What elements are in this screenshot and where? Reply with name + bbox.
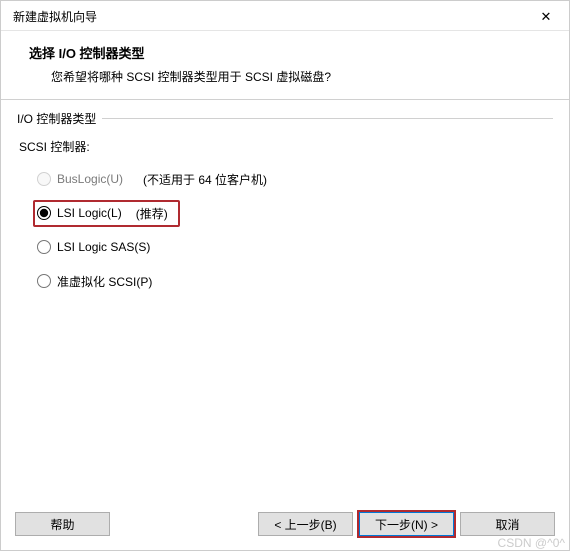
- radio-label-buslogic: BusLogic(U): [57, 172, 123, 186]
- radio-label-paravirtual: 准虚拟化 SCSI(P): [57, 273, 152, 290]
- close-icon: ✕: [541, 10, 552, 23]
- wizard-footer: 帮助 < 上一步(B) 下一步(N) > 取消 CSDN @^0^: [1, 502, 569, 550]
- wizard-content: I/O 控制器类型 SCSI 控制器: BusLogic(U) (不适用于 64…: [1, 100, 569, 502]
- radio-input-lsilogic[interactable]: [37, 206, 51, 220]
- radio-label-lsilogicsas: LSI Logic SAS(S): [57, 240, 150, 254]
- radio-lsilogicsas[interactable]: LSI Logic SAS(S): [35, 238, 156, 256]
- hint-buslogic: (不适用于 64 位客户机): [143, 171, 267, 188]
- cancel-button[interactable]: 取消: [460, 512, 555, 536]
- scsi-subtitle: SCSI 控制器:: [19, 138, 545, 155]
- controller-group: I/O 控制器类型 SCSI 控制器: BusLogic(U) (不适用于 64…: [17, 118, 553, 291]
- titlebar: 新建虚拟机向导 ✕: [1, 1, 569, 31]
- group-label: I/O 控制器类型: [17, 110, 102, 127]
- radio-row-buslogic: BusLogic(U) (不适用于 64 位客户机): [35, 169, 545, 189]
- radio-label-lsilogic: LSI Logic(L): [57, 206, 122, 220]
- window-title: 新建虚拟机向导: [13, 8, 97, 25]
- back-button[interactable]: < 上一步(B): [258, 512, 353, 536]
- radio-lsilogic[interactable]: LSI Logic(L) (推荐): [33, 200, 180, 227]
- wizard-header: 选择 I/O 控制器类型 您希望将哪种 SCSI 控制器类型用于 SCSI 虚拟…: [1, 31, 569, 100]
- hint-lsilogic: (推荐): [136, 205, 168, 222]
- close-button[interactable]: ✕: [533, 7, 559, 27]
- radio-row-lsilogic: LSI Logic(L) (推荐): [35, 203, 545, 223]
- radio-paravirtual[interactable]: 准虚拟化 SCSI(P): [35, 271, 158, 292]
- radio-row-lsilogicsas: LSI Logic SAS(S): [35, 237, 545, 257]
- watermark: CSDN @^0^: [498, 536, 565, 550]
- radio-input-lsilogicsas[interactable]: [37, 240, 51, 254]
- radio-row-paravirtual: 准虚拟化 SCSI(P): [35, 271, 545, 291]
- header-description: 您希望将哪种 SCSI 控制器类型用于 SCSI 虚拟磁盘?: [29, 68, 545, 85]
- radio-input-paravirtual[interactable]: [37, 274, 51, 288]
- help-button[interactable]: 帮助: [15, 512, 110, 536]
- radio-buslogic: BusLogic(U): [35, 170, 129, 188]
- radio-input-buslogic: [37, 172, 51, 186]
- header-title: 选择 I/O 控制器类型: [29, 43, 545, 62]
- next-button[interactable]: 下一步(N) >: [359, 512, 454, 536]
